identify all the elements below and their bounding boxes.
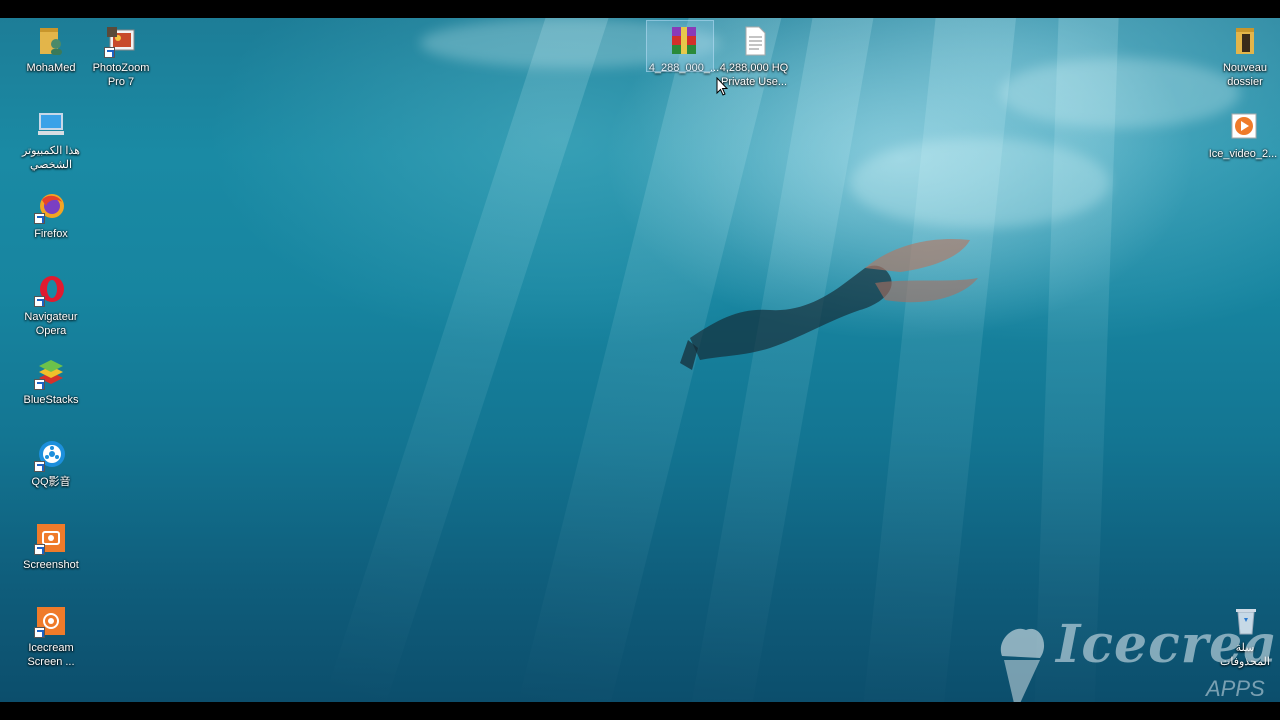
mouse-cursor-icon [716, 77, 728, 96]
desktop-icon-new-folder[interactable]: Nouveau dossier [1205, 24, 1280, 89]
desktop-icon-label: Firefox [34, 228, 68, 240]
folder-icon [1228, 24, 1262, 58]
shortcut-arrow-icon [34, 296, 45, 307]
desktop-icon-bluestacks[interactable]: BlueStacks [11, 356, 91, 407]
icecream-apps-watermark: Icecream APPS [990, 614, 1280, 702]
desktop-icon-label: Nouveau dossier [1222, 62, 1268, 88]
desktop-icon-label: Ice_video_2... [1208, 148, 1278, 160]
ice-cream-cone-icon [1000, 628, 1045, 702]
shortcut-arrow-icon [34, 544, 45, 555]
computer-icon [34, 107, 68, 141]
desktop-icon-this-pc[interactable]: هذا الكمبيوتر الشخصي [11, 107, 91, 172]
desktop-icon-label: MohaMed [26, 62, 76, 74]
desktop-icon-photozoom[interactable]: PhotoZoom Pro 7 [81, 24, 161, 89]
desktop-icon-qq-player[interactable]: QQ影音 [11, 438, 91, 489]
shortcut-arrow-icon [34, 379, 45, 390]
letterbox-top [0, 0, 1280, 18]
video-file-icon [1226, 110, 1260, 144]
icecream-screenshot-icon [34, 521, 68, 555]
letterbox-bottom [0, 702, 1280, 720]
bluestacks-icon [34, 356, 68, 390]
desktop-icon-winrar-archive[interactable]: 4_288_000_... [644, 20, 724, 75]
desktop-icon-video-file[interactable]: Ice_video_2... [1203, 110, 1280, 161]
watermark-brand: Icecream [1056, 614, 1280, 675]
text-file-icon [737, 24, 771, 58]
user-folder-icon [34, 24, 68, 58]
winrar-archive-icon [667, 24, 701, 58]
opera-icon [34, 273, 68, 307]
desktop-icon-opera[interactable]: Navigateur Opera [11, 273, 91, 338]
desktop-background[interactable]: MohaMed PhotoZoom Pro 7 هذا الكمبيوتر ال… [0, 18, 1280, 702]
shortcut-arrow-icon [104, 47, 115, 58]
firefox-icon [34, 190, 68, 224]
desktop-icon-screenshot[interactable]: Screenshot [11, 521, 91, 572]
desktop-icon-label: Icecream Screen ... [27, 642, 75, 668]
desktop-icon-label: PhotoZoom Pro 7 [92, 62, 150, 88]
photozoom-icon [104, 24, 138, 58]
shortcut-arrow-icon [34, 461, 45, 472]
desktop-icon-icecream-recorder[interactable]: Icecream Screen ... [11, 604, 91, 669]
desktop-icon-firefox[interactable]: Firefox [11, 190, 91, 241]
swimmer-figure [680, 238, 978, 370]
qq-player-icon [34, 438, 68, 472]
desktop-icon-label: BlueStacks [23, 394, 79, 406]
shortcut-arrow-icon [34, 213, 45, 224]
watermark-sub: APPS [1206, 676, 1265, 701]
desktop-icon-label: هذا الكمبيوتر الشخصي [22, 145, 80, 171]
icecream-recorder-icon [34, 604, 68, 638]
desktop-icon-mohamed[interactable]: MohaMed [11, 24, 91, 75]
shortcut-arrow-icon [34, 627, 45, 638]
desktop-icon-label: Navigateur Opera [24, 311, 78, 337]
desktop-icon-label: QQ影音 [31, 476, 71, 488]
desktop-icon-label: Screenshot [23, 559, 79, 571]
